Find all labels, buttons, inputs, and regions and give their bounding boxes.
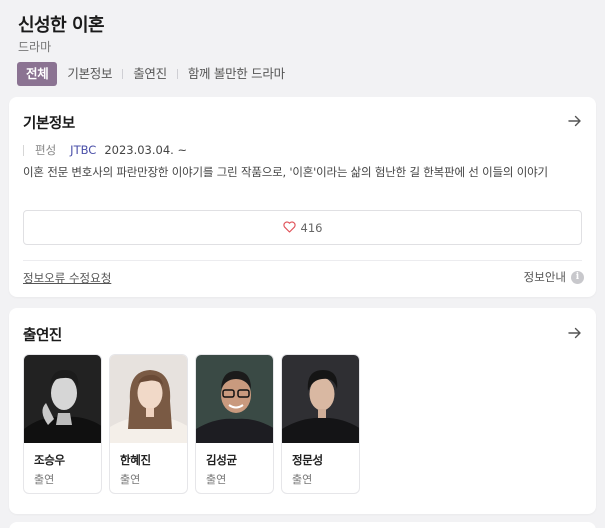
info-guide-button[interactable]: 정보안내 i	[524, 269, 584, 285]
broadcast-info: 편성 JTBC 2023.03.04. ~	[23, 142, 187, 158]
tab-related-dramas[interactable]: 함께 볼만한 드라마	[178, 62, 295, 86]
cast-heading: 출연진	[23, 328, 62, 344]
channel-link[interactable]: JTBC	[70, 143, 96, 157]
info-guide-label: 정보안내	[523, 270, 566, 284]
page-title: 신성한 이혼	[18, 15, 105, 36]
like-count: 416	[300, 220, 323, 235]
basic-info-heading: 기본정보	[23, 116, 75, 132]
cast-photo	[110, 355, 187, 443]
cast-name: 김성균	[206, 453, 237, 467]
tab-basic-info[interactable]: 기본정보	[57, 62, 122, 86]
meta-divider	[23, 144, 24, 156]
cast-name: 한혜진	[120, 453, 151, 467]
section-divider	[23, 260, 582, 261]
like-button[interactable]: 416	[23, 210, 582, 245]
genre-label: 드라마	[18, 40, 52, 54]
cast-name: 조승우	[34, 453, 65, 467]
basic-info-card: 기본정보 편성 JTBC 2023.03.04. ~ 이혼 전문 변호사의 파란…	[9, 97, 596, 297]
cast-member-card[interactable]: 정문성 출연	[281, 354, 360, 494]
next-section-card	[9, 522, 596, 528]
cast-member-card[interactable]: 김성균 출연	[195, 354, 274, 494]
cast-list: 조승우 출연 한혜진 출연 김성균 출연 정문성 출연	[23, 354, 367, 494]
cast-role: 출연	[34, 473, 55, 486]
cast-member-card[interactable]: 조승우 출연	[23, 354, 102, 494]
tab-all[interactable]: 전체	[17, 62, 58, 86]
tab-cast[interactable]: 출연진	[123, 62, 177, 86]
info-icon: i	[571, 270, 584, 284]
arrow-right-icon[interactable]	[566, 112, 584, 130]
cast-member-card[interactable]: 한혜진 출연	[109, 354, 188, 494]
cast-photo	[196, 355, 273, 443]
synopsis: 이혼 전문 변호사의 파란만장한 이야기를 그린 작품으로, '이혼'이라는 삶…	[23, 165, 548, 179]
cast-name: 정문성	[292, 453, 323, 467]
cast-role: 출연	[120, 473, 141, 486]
cast-role: 출연	[292, 473, 313, 486]
broadcast-label: 편성	[35, 143, 57, 157]
heart-icon	[282, 218, 296, 237]
cast-role: 출연	[206, 473, 227, 486]
air-date: 2023.03.04. ~	[104, 143, 188, 157]
cast-photo	[282, 355, 359, 443]
report-error-link[interactable]: 정보오류 수정요청	[23, 270, 111, 286]
cast-card-section: 출연진 조승우 출연 한혜진 출연 김성균 출연 정문성 출연	[9, 308, 596, 514]
cast-photo	[24, 355, 101, 443]
arrow-right-icon[interactable]	[566, 324, 584, 342]
tab-bar: 전체 기본정보 출연진 함께 볼만한 드라마	[17, 62, 295, 86]
page-header: 신성한 이혼 드라마 전체 기본정보 출연진 함께 볼만한 드라마	[0, 0, 605, 92]
